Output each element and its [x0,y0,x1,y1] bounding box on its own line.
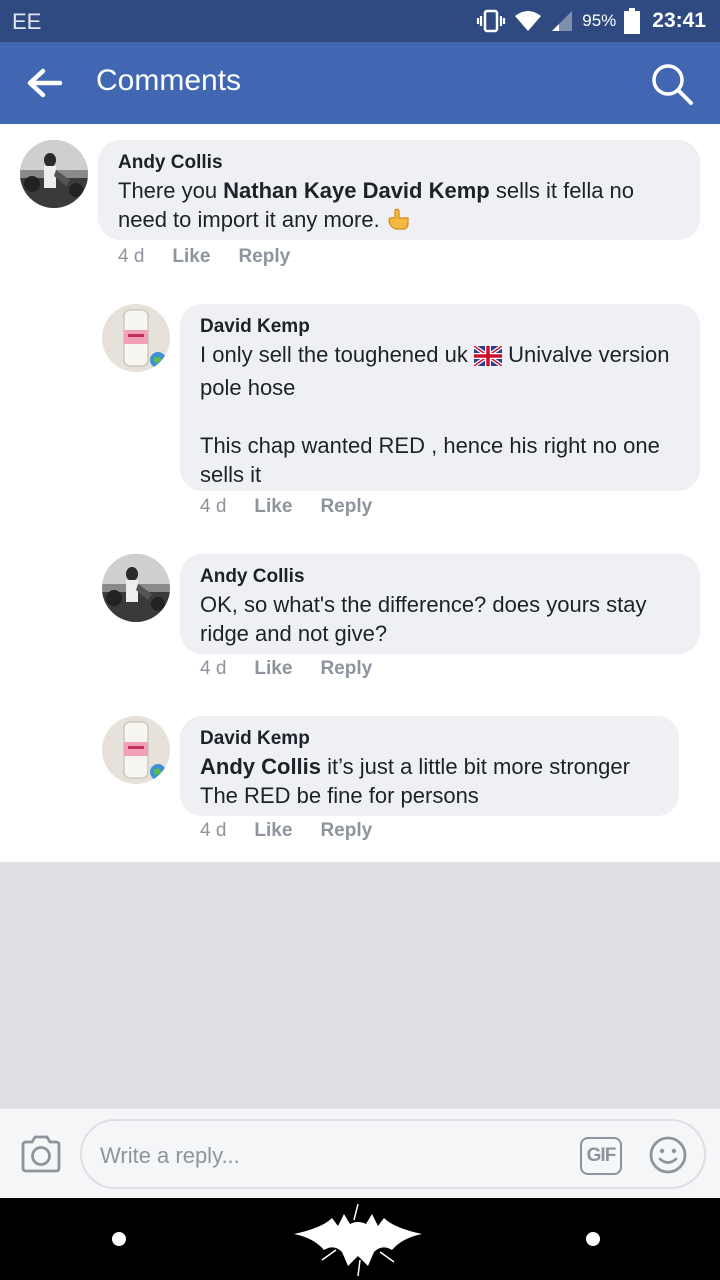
comment-text: Andy Collis it’s just a little bit more … [200,754,630,808]
reply-composer: Write a reply... GIF [0,1108,720,1198]
avatar[interactable] [102,554,170,622]
avatar[interactable] [102,716,170,784]
status-bar: EE 95% 23:41 [0,0,720,42]
comment-author[interactable]: David Kemp [200,728,659,750]
comment-item: Andy Collis There you Nathan Kaye David … [0,124,720,274]
camera-button[interactable] [20,1135,62,1173]
carrier-label: EE [12,9,42,34]
wifi-icon [514,10,542,32]
like-button[interactable]: Like [254,820,292,842]
empty-area [0,862,720,1108]
arrow-left-icon [27,68,63,98]
reply-button[interactable]: Reply [238,246,290,268]
comments-list: Andy Collis There you Nathan Kaye David … [0,124,720,862]
comment-author[interactable]: Andy Collis [118,152,680,174]
back-button[interactable] [26,65,66,101]
comment-item: David Kemp Andy Collis it’s just a littl… [0,714,720,854]
comment-text: There you Nathan Kaye David Kemp sells i… [118,176,680,238]
comment-time: 4 d [200,658,227,679]
search-button[interactable] [650,62,694,106]
recents-nav-button[interactable] [586,1232,600,1246]
like-button[interactable]: Like [254,658,292,680]
gif-button[interactable]: GIF [580,1137,622,1175]
reply-button[interactable]: Reply [320,658,372,680]
home-nav-button[interactable] [292,1200,424,1278]
reply-button[interactable]: Reply [320,820,372,842]
reply-placeholder: Write a reply... [100,1143,240,1168]
comment-bubble[interactable]: Andy Collis OK, so what's the difference… [180,554,700,654]
comment-bubble[interactable]: David Kemp I only sell the toughened uk … [180,304,700,491]
comment-item: Andy Collis OK, so what's the difference… [0,552,720,692]
mention-link[interactable]: David Kemp [363,178,490,203]
smiley-icon [649,1136,687,1174]
like-button[interactable]: Like [172,246,210,268]
thumb-pointing-icon [386,207,412,238]
avatar[interactable] [102,304,170,372]
status-icons: 95% 23:41 [476,8,706,34]
emoji-button[interactable] [648,1135,688,1175]
comment-item: David Kemp I only sell the toughened uk … [0,302,720,522]
comment-time: 4 d [200,496,227,517]
comment-author[interactable]: David Kemp [200,316,680,338]
vibrate-icon [476,9,506,33]
comment-time: 4 d [200,820,227,841]
page-title: Comments [96,64,242,97]
app-header: Comments [0,42,720,124]
comment-bubble[interactable]: Andy Collis There you Nathan Kaye David … [98,140,700,240]
mention-link[interactable]: Andy Collis [200,754,321,779]
reply-button[interactable]: Reply [320,496,372,518]
comment-text: I only sell the toughened uk Univalve ve… [200,342,670,487]
signal-icon [550,10,574,32]
comment-text: OK, so what's the difference? does yours… [200,592,647,646]
bat-logo-icon [294,1203,422,1277]
back-nav-button[interactable] [112,1232,126,1246]
comment-meta: 4 d Like Reply [200,658,372,680]
comment-meta: 4 d Like Reply [200,820,372,842]
battery-percent: 95% [582,11,617,30]
reply-input[interactable]: Write a reply... GIF [80,1119,706,1189]
mention-link[interactable]: Nathan Kaye [223,178,356,203]
comment-bubble[interactable]: David Kemp Andy Collis it’s just a littl… [180,716,679,816]
battery-icon [624,8,641,34]
like-button[interactable]: Like [254,496,292,518]
clock: 23:41 [652,9,706,32]
avatar[interactable] [20,140,88,208]
comment-meta: 4 d Like Reply [200,496,372,518]
comment-author[interactable]: Andy Collis [200,566,680,588]
system-nav-bar [0,1198,720,1280]
camera-icon [21,1135,61,1173]
comment-time: 4 d [118,246,145,267]
comment-meta: 4 d Like Reply [118,246,290,268]
search-icon [652,64,693,105]
uk-flag-icon [472,344,504,373]
